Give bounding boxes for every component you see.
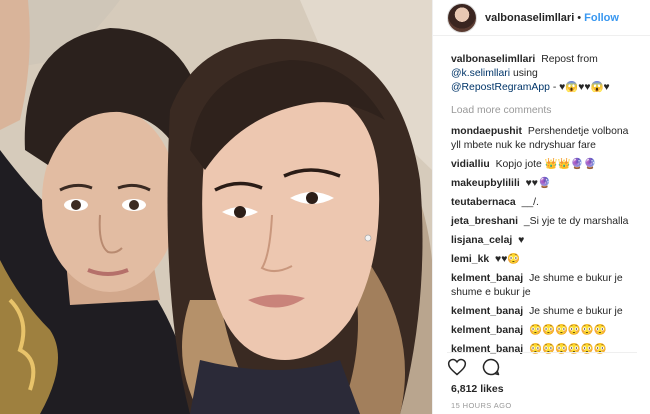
comment-item: lisjana_celaj ♥ bbox=[451, 234, 636, 248]
comment-username[interactable]: lemi_kk bbox=[451, 254, 489, 265]
avatar[interactable] bbox=[447, 2, 477, 33]
selfie-image bbox=[0, 0, 432, 414]
comment-username[interactable]: jeta_breshani bbox=[451, 216, 518, 227]
comment-username[interactable]: teutabernaca bbox=[451, 197, 516, 208]
caption-mention-1[interactable]: @k.selimllari bbox=[451, 68, 510, 79]
caption-text-1: Repost from bbox=[541, 54, 598, 65]
likes-count[interactable]: 6,812 likes bbox=[451, 383, 504, 395]
heart-icon[interactable] bbox=[447, 357, 467, 377]
comment-text: ♥ bbox=[518, 235, 525, 246]
comment-text: Kopjo jote 👑👑🔮🔮 bbox=[495, 159, 597, 170]
follow-button[interactable]: Follow bbox=[584, 12, 619, 24]
comment-username[interactable]: kelment_banaj bbox=[451, 325, 523, 336]
comment-username[interactable]: mondaepushit bbox=[451, 126, 522, 137]
comment-text: __/. bbox=[521, 197, 539, 208]
comment-text: ♥♥🔮 bbox=[525, 178, 551, 189]
comment-username[interactable]: vidialliu bbox=[451, 159, 490, 170]
header-separator: • bbox=[577, 11, 582, 24]
comment-username[interactable]: kelment_banaj bbox=[451, 306, 523, 317]
caption-text-3: - ♥😱♥♥😱♥ bbox=[552, 82, 610, 93]
comment-text: 😳😳😳😳😳😳 bbox=[529, 325, 607, 336]
post-side-panel: valbonaselimllari • Follow valbonaseliml… bbox=[432, 0, 650, 414]
load-more-comments-button[interactable]: Load more comments bbox=[451, 104, 636, 118]
post-header: valbonaselimllari • Follow bbox=[433, 0, 650, 36]
comment-item: vidialliu Kopjo jote 👑👑🔮🔮 bbox=[451, 158, 636, 172]
comment-username[interactable]: makeupbylilili bbox=[451, 178, 520, 189]
comment-text: ♥♥😳 bbox=[495, 254, 521, 265]
post-actions bbox=[447, 352, 637, 380]
header-username[interactable]: valbonaselimllari bbox=[485, 12, 574, 24]
comment-text: _Si yje te dy marshalla bbox=[523, 216, 629, 227]
comment-item: kelment_banaj 😳😳😳😳😳😳 bbox=[451, 324, 636, 338]
comment-item: makeupbylilili ♥♥🔮 bbox=[451, 177, 636, 191]
comment-username[interactable]: kelment_banaj bbox=[451, 273, 523, 284]
caption: valbonaselimllari Repost from @k.selimll… bbox=[451, 53, 636, 95]
comments-list: valbonaselimllari Repost from @k.selimll… bbox=[433, 36, 650, 357]
comment-item: jeta_breshani _Si yje te dy marshalla bbox=[451, 215, 636, 229]
caption-text-2: using bbox=[512, 68, 538, 79]
comment-username[interactable]: lisjana_celaj bbox=[451, 235, 512, 246]
comment-item: kelment_banaj Je shume e bukur je shume … bbox=[451, 272, 636, 300]
post-timestamp: 15 HOURS AGO bbox=[451, 401, 512, 410]
comment-item: lemi_kk ♥♥😳 bbox=[451, 253, 636, 267]
caption-mention-2[interactable]: @RepostRegramApp bbox=[451, 82, 550, 93]
comment-item: kelment_banaj Je shume e bukur je bbox=[451, 305, 636, 319]
comment-text: Je shume e bukur je bbox=[529, 306, 623, 317]
caption-username[interactable]: valbonaselimllari bbox=[451, 54, 535, 65]
comment-item: mondaepushit Pershendetje volbona yll mb… bbox=[451, 125, 636, 153]
post-photo[interactable] bbox=[0, 0, 432, 414]
comment-icon[interactable] bbox=[481, 357, 501, 377]
comment-item: teutabernaca __/. bbox=[451, 196, 636, 210]
